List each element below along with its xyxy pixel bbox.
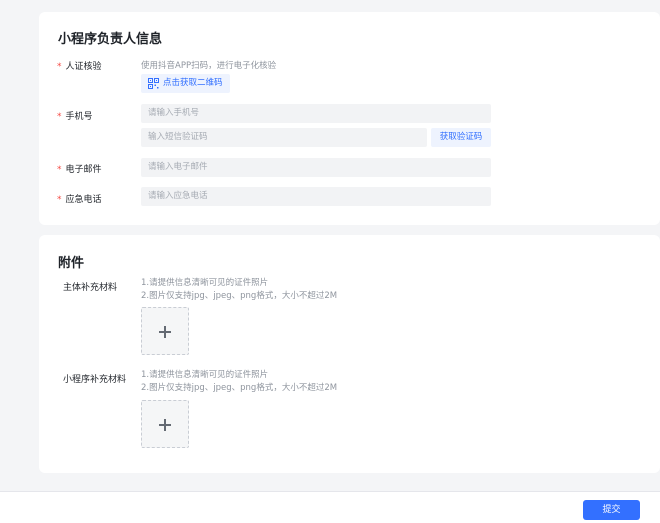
qr-button-label: 点击获取二维码: [163, 78, 223, 88]
subject-material-upload[interactable]: [141, 307, 189, 355]
email-input[interactable]: 请输入电子邮件: [141, 158, 491, 177]
required-mark: *: [57, 112, 62, 122]
required-mark: *: [57, 195, 62, 205]
responsible-info-card: 小程序负责人信息 * 人证核验 使用抖音APP扫码，进行电子化核验 点击获取二维码…: [39, 12, 660, 225]
subject-material-label: 主体补充材料: [63, 283, 118, 293]
app-material-hint: 1.请提供信息清晰可见的证件照片 2.图片仅支持jpg、jpeg、png格式，大…: [141, 370, 338, 393]
id-verify-hint: 使用抖音APP扫码，进行电子化核验: [141, 61, 277, 71]
id-verify-label: * 人证核验: [57, 62, 102, 72]
subject-material-hint: 1.请提供信息清晰可见的证件照片 2.图片仅支持jpg、jpeg、png格式，大…: [141, 278, 338, 301]
phone-input[interactable]: 请输入手机号: [141, 104, 491, 123]
submit-button[interactable]: 提交: [583, 500, 640, 520]
emergency-phone-label: * 应急电话: [57, 195, 102, 205]
email-label: * 电子邮件: [57, 165, 102, 175]
app-material-label: 小程序补充材料: [63, 375, 127, 385]
get-verification-code-button[interactable]: 获取验证码: [431, 128, 491, 147]
required-mark: *: [57, 62, 62, 72]
footer-bar: 提交: [0, 491, 660, 523]
phone-label: * 手机号: [57, 112, 93, 122]
sms-code-input[interactable]: 输入短信验证码: [141, 128, 427, 147]
required-mark: *: [57, 165, 62, 175]
app-material-upload[interactable]: [141, 400, 189, 448]
emergency-phone-input[interactable]: 请输入应急电话: [141, 187, 491, 206]
attachment-card: 附件 主体补充材料 1.请提供信息清晰可见的证件照片 2.图片仅支持jpg、jp…: [39, 235, 660, 473]
section-title-attachment: 附件: [58, 256, 85, 271]
section-title-responsible: 小程序负责人信息: [58, 32, 163, 47]
get-qr-code-button[interactable]: 点击获取二维码: [141, 74, 230, 93]
qr-code-icon: [148, 78, 159, 89]
